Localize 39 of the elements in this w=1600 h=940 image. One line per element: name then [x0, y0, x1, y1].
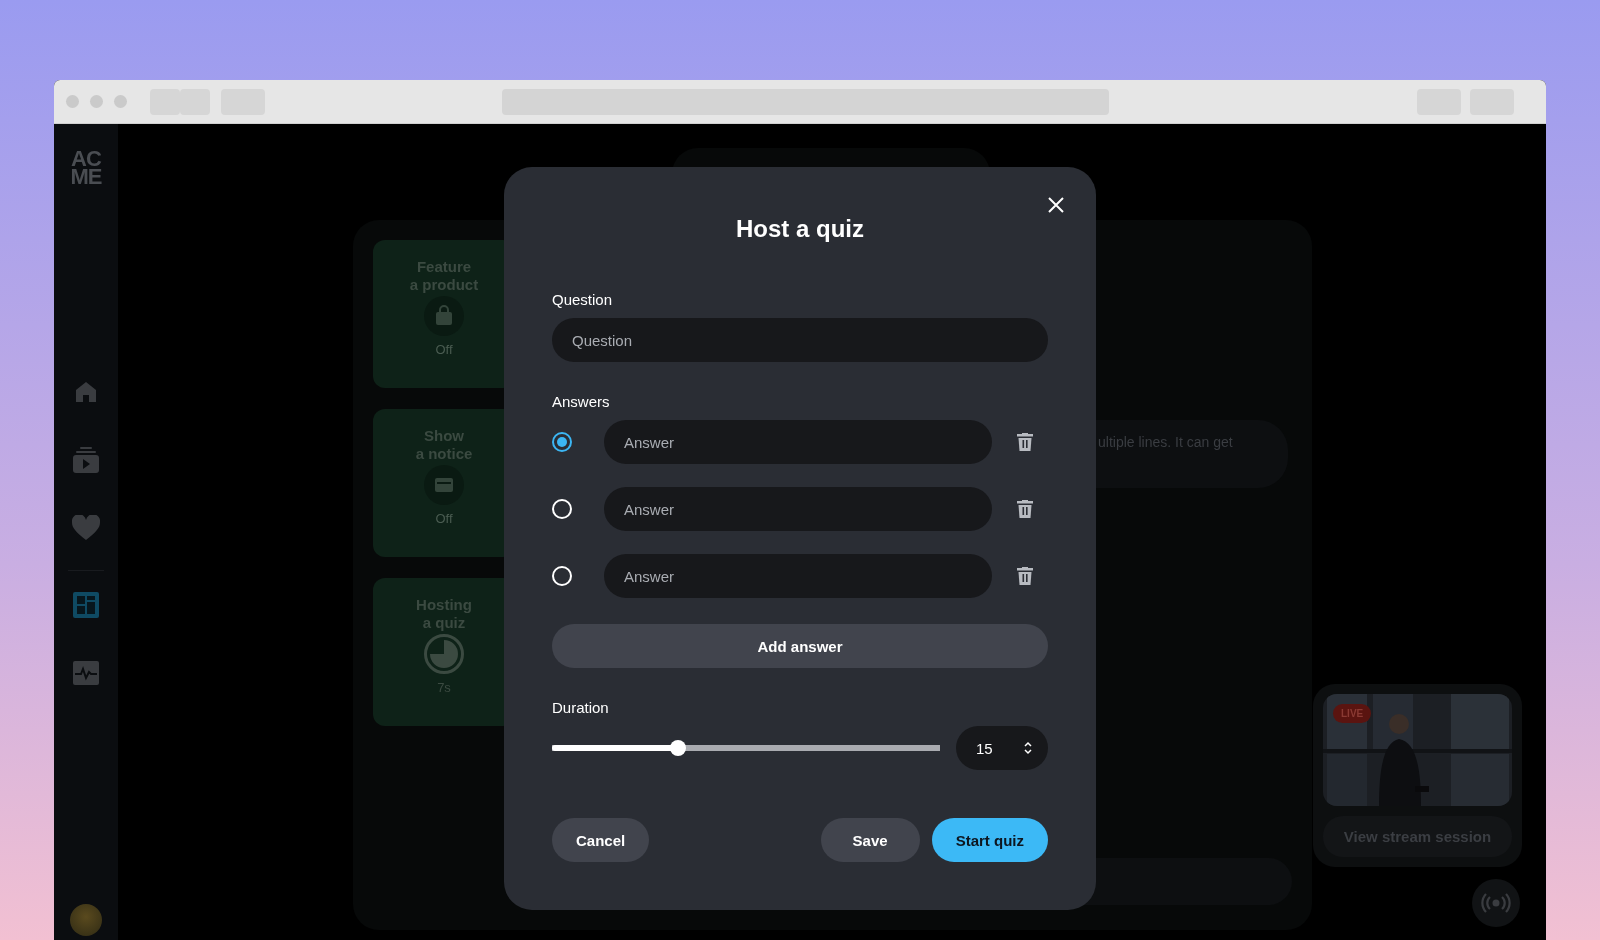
- home-icon: [74, 380, 98, 404]
- window-zoom-dot[interactable]: [114, 95, 127, 108]
- dialog-button[interactable]: Save: [820, 818, 920, 862]
- trash-icon: [1017, 567, 1033, 585]
- notice-icon: [424, 465, 464, 505]
- radio-button[interactable]: [552, 432, 572, 452]
- window-minimize-dot[interactable]: [90, 95, 103, 108]
- dialog-button[interactable]: Cancel: [552, 818, 650, 862]
- delete-button[interactable]: [1017, 500, 1033, 518]
- field-label: Duration: [552, 699, 610, 717]
- answer-field[interactable]: Answer: [604, 554, 992, 598]
- answer-field[interactable]: Answer: [604, 420, 992, 464]
- slider-thumb[interactable]: [670, 740, 687, 756]
- question-field[interactable]: Question: [552, 318, 1048, 362]
- answer-field[interactable]: Answer: [604, 487, 992, 531]
- avatar[interactable]: [70, 904, 102, 936]
- delete-button[interactable]: [1017, 567, 1033, 585]
- card-status: Off: [435, 511, 453, 526]
- broadcast-button[interactable]: [1472, 879, 1520, 927]
- timer-icon: [424, 634, 464, 674]
- stepper-icon: [1024, 741, 1032, 755]
- dialog-title: Host a quiz: [735, 215, 865, 243]
- heart-icon: [72, 515, 100, 541]
- add-answer-button[interactable]: Add answer: [552, 624, 1048, 668]
- dashboard-icon: [73, 592, 99, 618]
- logo: AC ME: [70, 150, 102, 186]
- video-stack-icon: [72, 446, 100, 474]
- broadcast-icon: [1481, 893, 1511, 913]
- activity-icon: [73, 661, 99, 685]
- duration-field[interactable]: 15: [956, 726, 1048, 770]
- close-icon: [1048, 197, 1064, 213]
- card-status: Off: [435, 342, 453, 357]
- delete-button[interactable]: [1017, 433, 1033, 451]
- window-close-dot[interactable]: [66, 95, 79, 108]
- trash-icon: [1017, 433, 1033, 451]
- field-label: Question: [552, 291, 614, 309]
- field-label: Answers: [552, 393, 611, 411]
- trash-icon: [1017, 500, 1033, 518]
- start-button[interactable]: Start quiz: [931, 818, 1048, 862]
